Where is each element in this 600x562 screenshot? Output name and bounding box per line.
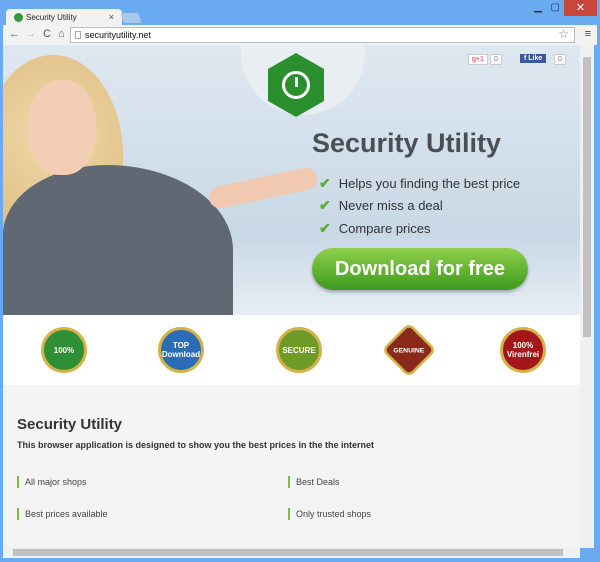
menu-icon[interactable]: ≡ — [585, 28, 591, 40]
browser-toolbar: ← → C ⌂ securityutility.net ☆ ≡ — [3, 25, 597, 45]
info-feature: Only trusted shops — [288, 508, 371, 520]
info-feature: All major shops — [17, 476, 87, 488]
back-icon[interactable]: ← — [9, 28, 20, 40]
forward-icon[interactable]: → — [25, 28, 36, 40]
new-tab-button[interactable] — [120, 13, 142, 23]
close-window-button[interactable]: ✕ — [564, 0, 597, 16]
secure-badge: SECURE — [276, 327, 322, 373]
horizontal-scroll-thumb[interactable] — [13, 549, 563, 556]
reload-icon[interactable]: C — [43, 28, 51, 40]
check-icon: ✔ — [319, 175, 331, 191]
window-titlebar: Security Utility × ▁ ▢ ✕ — [0, 0, 600, 27]
info-section: Security Utility This browser applicatio… — [3, 385, 580, 547]
top-download-badge: TOP Download — [158, 327, 204, 373]
woman-arm — [206, 165, 320, 211]
woman-body — [3, 165, 233, 320]
url-text: securityutility.net — [85, 30, 151, 40]
guarantee-badge: 100% — [41, 327, 87, 373]
close-tab-icon[interactable]: × — [109, 12, 114, 22]
badges-row: 100% TOP Download SECURE GENUINE 100% Vi… — [3, 315, 580, 385]
check-icon: ✔ — [319, 197, 331, 213]
gplus-button[interactable]: g+1 — [468, 54, 488, 65]
hero-feature: ✔ Helps you finding the best price — [319, 175, 521, 191]
vertical-scroll-thumb[interactable] — [583, 57, 591, 337]
web-page: g+1 0 f Like 0 Security Utility ✔ Helps y… — [3, 45, 580, 547]
home-icon[interactable]: ⌂ — [58, 28, 65, 40]
info-feature: Best Deals — [288, 476, 340, 488]
hero-section: g+1 0 f Like 0 Security Utility ✔ Helps y… — [3, 45, 580, 320]
hero-feature: ✔ Compare prices — [319, 220, 431, 236]
hero-title: Security Utility — [312, 128, 502, 158]
genuine-badge: GENUINE — [381, 322, 437, 378]
virenfrei-badge: 100% Virenfrei — [500, 327, 546, 373]
gplus-count: 0 — [490, 54, 502, 65]
address-bar[interactable]: securityutility.net — [70, 27, 575, 43]
info-feature: Best prices available — [17, 508, 108, 520]
favicon-icon — [14, 13, 23, 22]
tab-title: Security Utility — [26, 13, 77, 22]
horizontal-scrollbar[interactable] — [3, 547, 580, 558]
bookmark-star-icon[interactable]: ☆ — [558, 27, 569, 41]
fb-count: 0 — [554, 54, 566, 65]
facebook-like-button[interactable]: f Like — [520, 54, 547, 63]
maximize-button[interactable]: ▢ — [551, 2, 560, 13]
hero-feature: ✔ Never miss a deal — [319, 197, 443, 213]
info-title: Security Utility — [17, 416, 123, 433]
minimize-button[interactable]: ▁ — [534, 2, 542, 13]
check-icon: ✔ — [319, 220, 331, 236]
download-button[interactable]: Download for free — [312, 248, 528, 290]
vertical-scrollbar[interactable] — [580, 45, 594, 548]
woman-face — [28, 80, 96, 175]
info-subtitle: This browser application is designed to … — [17, 440, 375, 450]
page-icon — [75, 31, 81, 39]
